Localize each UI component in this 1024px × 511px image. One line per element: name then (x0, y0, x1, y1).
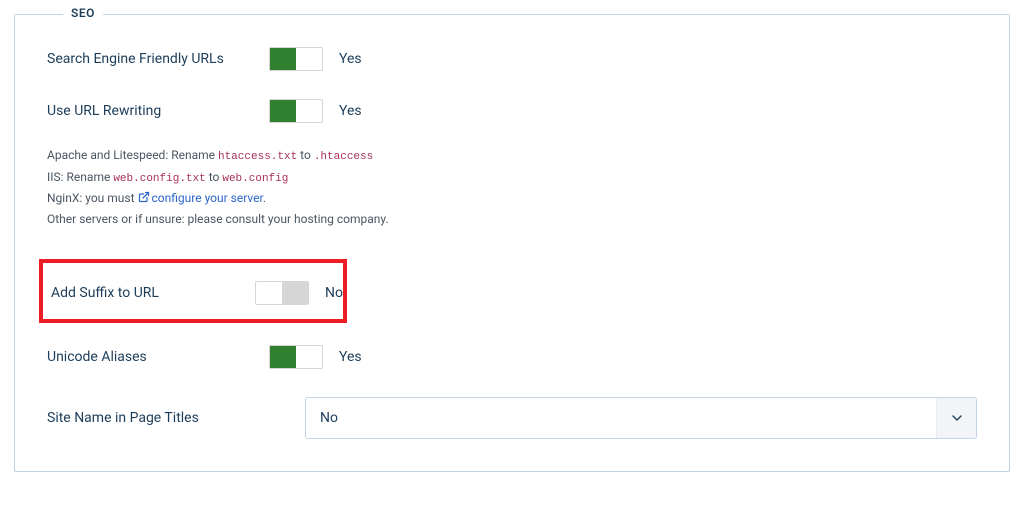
label-sitename: Site Name in Page Titles (47, 410, 305, 426)
row-sitename: Site Name in Page Titles No (47, 397, 977, 439)
code-htaccess-dst: .htaccess (314, 151, 373, 163)
help-line-1: Apache and Litespeed: Rename htaccess.tx… (47, 145, 977, 167)
select-sitename[interactable]: No (305, 397, 977, 439)
control-sitename: No (305, 397, 977, 439)
configure-server-link[interactable]: configure your server (152, 191, 263, 205)
row-rewrite: Use URL Rewriting Yes (47, 99, 977, 123)
toggle-handle (270, 100, 296, 122)
row-suffix: Add Suffix to URL No (43, 281, 343, 305)
control-sef: Yes (269, 47, 362, 71)
help-line-2: IIS: Rename web.config.txt to web.config (47, 167, 977, 189)
help-line-3: NginX: you must configure your server. (47, 188, 977, 208)
toggle-handle (270, 48, 296, 70)
row-unicode: Unicode Aliases Yes (47, 345, 977, 369)
fieldset-legend: SEO (63, 6, 103, 20)
code-webconfig-src: web.config.txt (113, 173, 205, 185)
help-block: Apache and Litespeed: Rename htaccess.tx… (47, 145, 977, 229)
toggle-rewrite[interactable] (269, 99, 323, 123)
toggle-text-unicode: Yes (339, 349, 362, 365)
toggle-text-suffix: No (325, 285, 343, 301)
toggle-sef[interactable] (269, 47, 323, 71)
control-rewrite: Yes (269, 99, 362, 123)
seo-fieldset: SEO Search Engine Friendly URLs Yes Use … (14, 14, 1010, 472)
label-unicode: Unicode Aliases (47, 349, 269, 365)
select-value: No (320, 410, 338, 426)
label-suffix: Add Suffix to URL (51, 285, 255, 301)
label-rewrite: Use URL Rewriting (47, 103, 269, 119)
toggle-text-sef: Yes (339, 51, 362, 67)
highlight-box: Add Suffix to URL No (39, 259, 347, 323)
control-unicode: Yes (269, 345, 362, 369)
toggle-text-rewrite: Yes (339, 103, 362, 119)
external-link-icon (138, 191, 150, 203)
toggle-handle (282, 282, 308, 304)
toggle-unicode[interactable] (269, 345, 323, 369)
row-sef: Search Engine Friendly URLs Yes (47, 47, 977, 71)
code-webconfig-dst: web.config (222, 173, 288, 185)
control-suffix: No (255, 281, 343, 305)
code-htaccess-src: htaccess.txt (218, 151, 297, 163)
toggle-handle (270, 346, 296, 368)
label-sef: Search Engine Friendly URLs (47, 51, 269, 67)
chevron-down-icon (936, 398, 976, 438)
toggle-suffix[interactable] (255, 281, 309, 305)
help-line-4: Other servers or if unsure: please consu… (47, 209, 977, 229)
